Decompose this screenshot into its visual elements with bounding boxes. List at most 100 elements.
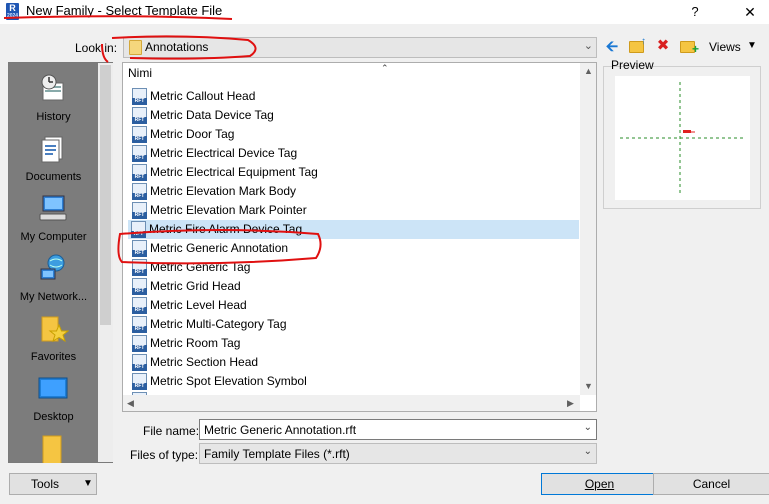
file-list-item[interactable]: Metric Elevation Mark Body	[129, 182, 577, 201]
place-history[interactable]: History	[9, 67, 98, 127]
file-list-item-label: Metric Elevation Mark Body	[150, 184, 297, 198]
rft-file-icon	[132, 183, 147, 200]
chevron-down-icon[interactable]: ⌄	[584, 446, 592, 457]
places-scrollbar[interactable]	[98, 63, 113, 462]
look-in-label: Look in:	[75, 41, 118, 55]
scroll-right-icon[interactable]: ▶	[567, 398, 574, 409]
file-list-item[interactable]: Metric Level Head	[129, 296, 577, 315]
rft-file-icon	[131, 221, 146, 238]
rft-file-icon	[132, 316, 147, 333]
file-list-item[interactable]: Metric Grid Head	[129, 277, 577, 296]
window-title: New Family - Select Template File	[26, 3, 223, 18]
revit-app-icon: R 2024	[6, 3, 19, 20]
place-desktop[interactable]: Desktop	[9, 367, 98, 427]
file-list-item-label: Metric Generic Tag	[150, 260, 251, 274]
rft-file-icon	[132, 259, 147, 276]
preview-crosshair	[620, 82, 745, 196]
collapse-arrow-icon[interactable]: ⌃	[381, 63, 389, 74]
tools-button[interactable]: Tools ▼	[9, 473, 97, 495]
places-bar: History Documents My Computer My Network…	[8, 62, 113, 463]
rft-file-icon	[132, 335, 147, 352]
file-list-item-label: Metric Room Tag	[150, 336, 241, 350]
delete-icon[interactable]: ✖	[654, 37, 672, 55]
chevron-down-icon[interactable]: ⌄	[584, 39, 593, 52]
rft-file-icon	[132, 88, 147, 105]
folder-icon	[129, 40, 142, 55]
desktop-icon	[38, 377, 68, 399]
file-list-item[interactable]: Metric Electrical Equipment Tag	[129, 163, 577, 182]
file-list-item[interactable]: Metric Room Tag	[129, 334, 577, 353]
rft-file-icon	[132, 107, 147, 124]
files-of-type-label: Files of type:	[130, 448, 199, 462]
file-list-item[interactable]: Metric Callout Head	[129, 87, 577, 106]
file-list-item-label: Metric Electrical Device Tag	[150, 146, 298, 160]
rft-file-icon	[132, 373, 147, 390]
look-in-combo[interactable]: Annotations ⌄	[123, 37, 597, 58]
file-list-item[interactable]: Metric Generic Tag	[129, 258, 577, 277]
chevron-down-icon[interactable]: ⌄	[584, 422, 592, 433]
file-list-item-label: Metric Grid Head	[150, 279, 241, 293]
views-dropdown-icon[interactable]: ▼	[747, 40, 757, 51]
file-list-item[interactable]: Metric Section Head	[129, 353, 577, 372]
file-list-item-label: Metric Spot Elevation Symbol	[150, 374, 307, 388]
preview-panel	[603, 66, 761, 209]
file-list-item-label: Metric Section Head	[150, 355, 259, 369]
computer-icon	[39, 195, 67, 221]
column-header-name[interactable]: Nimi	[128, 66, 152, 80]
place-documents[interactable]: Documents	[9, 127, 98, 187]
file-list-item[interactable]: Metric Data Device Tag	[129, 106, 577, 125]
rft-file-icon	[132, 297, 147, 314]
rft-file-icon	[132, 126, 147, 143]
scroll-left-icon[interactable]: ◀	[127, 398, 134, 409]
places-scroll-thumb[interactable]	[100, 65, 111, 325]
file-list-item[interactable]: Metric Multi-Category Tag	[129, 315, 577, 334]
file-list-item[interactable]: Metric Electrical Device Tag	[129, 144, 577, 163]
file-list-item-label: Metric Fire Alarm Device Tag	[149, 222, 303, 236]
file-list-item[interactable]: Metric Fire Alarm Device Tag	[128, 220, 579, 239]
file-name-field[interactable]: Metric Generic Annotation.rft ⌄	[199, 419, 597, 440]
place-label: Documents	[25, 171, 82, 183]
list-horizontal-scrollbar[interactable]: ◀ ▶	[123, 395, 580, 411]
file-name-label: File name:	[143, 424, 200, 438]
file-list[interactable]: Nimi ⌃ Metric Callout Head Metric Data De…	[122, 62, 597, 412]
new-folder-icon[interactable]: +	[679, 37, 699, 55]
file-list-item-label: Metric Data Device Tag	[150, 108, 274, 122]
file-list-item-label: Metric Electrical Equipment Tag	[150, 165, 318, 179]
back-arrow-icon[interactable]: 🡨	[603, 38, 621, 56]
preview-canvas	[615, 76, 750, 200]
file-name-value: Metric Generic Annotation.rft	[204, 423, 357, 437]
title-bar: R 2024 New Family - Select Template File …	[0, 0, 769, 24]
rft-file-icon	[132, 240, 147, 257]
rft-file-icon	[132, 354, 147, 371]
file-list-item-label: Metric Callout Head	[150, 89, 256, 103]
scroll-down-icon[interactable]: ▼	[584, 381, 593, 391]
files-of-type-value: Family Template Files (*.rft)	[204, 447, 350, 461]
place-label: My Network...	[19, 291, 88, 303]
files-of-type-combo[interactable]: Family Template Files (*.rft) ⌄	[199, 443, 597, 464]
file-list-item[interactable]: Metric Door Tag	[129, 125, 577, 144]
folder-icon	[42, 435, 62, 463]
scroll-up-icon[interactable]: ▲	[584, 66, 593, 76]
views-button[interactable]: Views	[709, 40, 741, 54]
preview-label: Preview	[611, 58, 654, 72]
rft-file-icon	[132, 145, 147, 162]
help-button[interactable]: ?	[685, 2, 705, 22]
place-my-computer[interactable]: My Computer	[9, 187, 98, 247]
list-vertical-scrollbar[interactable]: ▲ ▼	[580, 63, 596, 395]
up-one-level-icon[interactable]: ↑	[628, 37, 646, 55]
close-button[interactable]: ✕	[740, 2, 760, 22]
file-list-item[interactable]: Metric Elevation Mark Pointer	[129, 201, 577, 220]
file-list-item[interactable]: Metric Spot Elevation Symbol	[129, 372, 577, 391]
file-list-item[interactable]: Metric Generic Annotation	[129, 239, 577, 258]
network-icon	[40, 254, 65, 280]
place-label: Desktop	[33, 411, 74, 423]
cancel-button[interactable]: Cancel	[653, 473, 769, 495]
place-label: My Computer	[20, 231, 87, 243]
file-list-item-label: Metric Door Tag	[150, 127, 235, 141]
rft-file-icon	[132, 164, 147, 181]
place-my-network[interactable]: My Network...	[9, 247, 98, 307]
file-list-item-label: Metric Level Head	[150, 298, 247, 312]
file-list-item-label: Metric Elevation Mark Pointer	[150, 203, 307, 217]
place-favorites[interactable]: Favorites	[9, 307, 98, 367]
open-button[interactable]: Open	[541, 473, 658, 495]
